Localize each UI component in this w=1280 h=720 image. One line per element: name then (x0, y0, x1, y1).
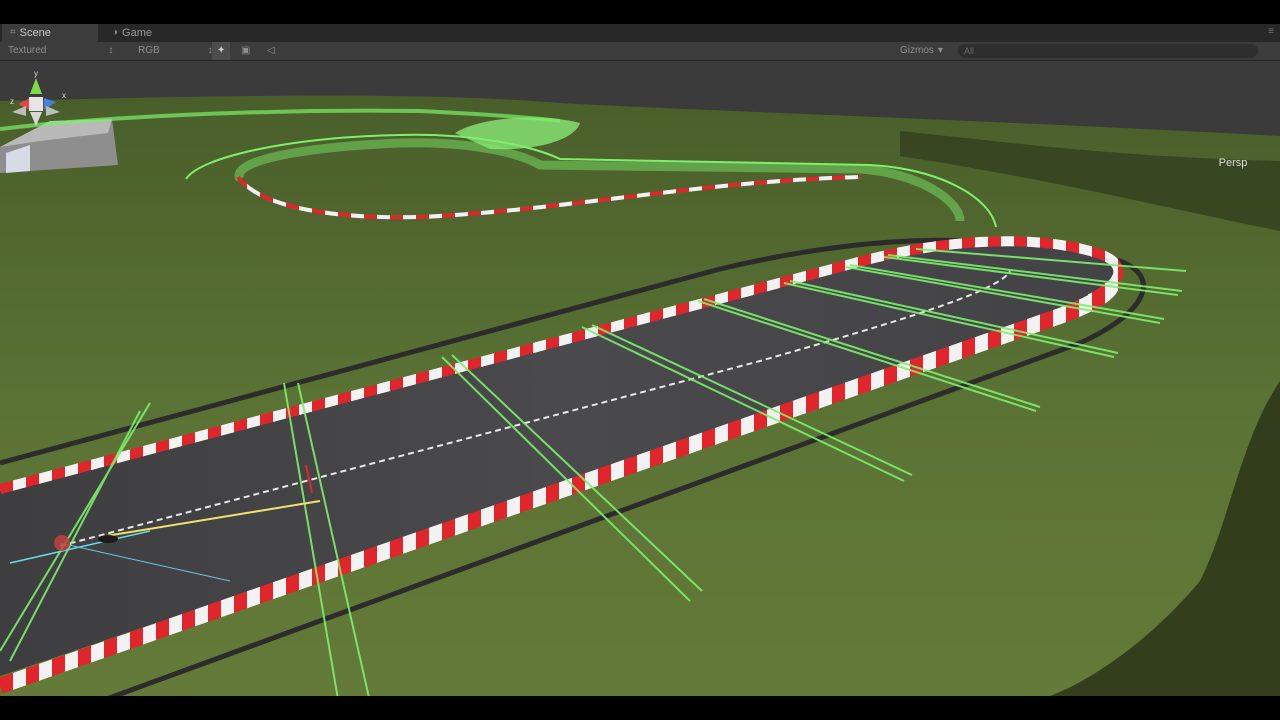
gizmos-chevron-icon: ▾ (937, 45, 943, 56)
tab-scene[interactable]: ⌗ Scene (2, 24, 98, 42)
projection-label[interactable]: Persp (1206, 157, 1260, 169)
scene-search-placeholder: All (964, 46, 975, 56)
scene-window: ⌗ Scene ◑ Game ≡ Textured ↕ RGB ↕ ✦ ▣ ◁ … (0, 24, 1280, 696)
game-icon: ◑ (112, 27, 119, 38)
scene-icon: ⌗ (10, 27, 16, 38)
render-mode-value: Textured (8, 45, 47, 56)
gizmo-y-axis-icon (30, 78, 42, 94)
render-mode-dropdown[interactable]: Textured ↕ (8, 42, 113, 60)
letterbox-bottom (0, 696, 1280, 720)
letterbox-top (0, 0, 1280, 24)
scene-search-input[interactable]: All (958, 44, 1258, 58)
tab-bar: ⌗ Scene ◑ Game ≡ (0, 24, 1280, 43)
render-mode-chevron-icon: ↕ (108, 45, 114, 56)
image-icon: ▣ (241, 45, 251, 56)
scene-toolbar: Textured ↕ RGB ↕ ✦ ▣ ◁ Gizmos ▾ All (0, 42, 1280, 61)
svg-text:z: z (10, 97, 14, 106)
scene-render (0, 61, 1280, 696)
tab-game-label: Game (122, 27, 153, 39)
sun-icon: ✦ (217, 45, 226, 56)
gizmos-label: Gizmos (900, 45, 934, 56)
window-menu-icon[interactable]: ≡ (1268, 26, 1274, 37)
svg-text:y: y (34, 69, 38, 78)
color-mode-value: RGB (138, 45, 160, 56)
speaker-icon: ◁ (267, 45, 275, 56)
audio-toggle-button[interactable]: ◁ (262, 42, 280, 60)
color-mode-dropdown[interactable]: RGB ↕ (138, 42, 213, 60)
lighting-toggle-button[interactable]: ✦ (212, 42, 231, 60)
svg-text:x: x (62, 91, 66, 100)
gizmos-dropdown[interactable]: Gizmos ▾ (900, 42, 943, 60)
image-effects-button[interactable]: ▣ (236, 42, 255, 60)
scene-viewport[interactable]: y z x Persp (0, 61, 1280, 696)
tab-game[interactable]: ◑ Game (104, 24, 200, 42)
orientation-gizmo[interactable]: y z x (0, 68, 72, 158)
tab-scene-label: Scene (19, 27, 51, 39)
